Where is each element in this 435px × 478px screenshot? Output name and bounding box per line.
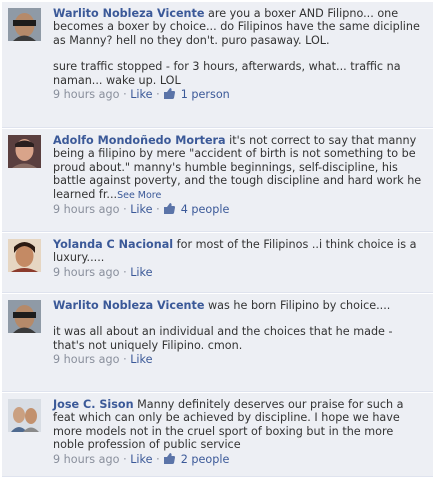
comment-time: 9 hours ago	[53, 353, 120, 367]
like-link[interactable]: Like	[130, 453, 152, 466]
meta-separator: ·	[123, 353, 127, 367]
like-link[interactable]: Like	[130, 88, 152, 101]
comment: Adolfo Mondoñedo Mortera it's not correc…	[2, 129, 433, 232]
comment-meta: 9 hours ago · Like · 4 people	[53, 203, 427, 216]
comment-meta: 9 hours ago · Like	[53, 266, 427, 279]
comment-author[interactable]: Adolfo Mondoñedo Mortera	[53, 134, 226, 147]
avatar[interactable]	[8, 300, 41, 333]
meta-separator: ·	[156, 203, 160, 217]
comment-author[interactable]: Yolanda C Nacional	[53, 238, 173, 251]
comment-meta: 9 hours ago · Like · 1 person	[53, 88, 427, 101]
meta-separator: ·	[123, 265, 127, 279]
thumbs-up-icon	[164, 203, 176, 215]
likes-count-link[interactable]: 1 person	[181, 88, 230, 101]
likes-count-link[interactable]: 4 people	[181, 203, 230, 216]
meta-separator: ·	[156, 88, 160, 102]
comment-text-continued: it was all about an individual and the c…	[53, 325, 393, 352]
thumbs-up-icon	[164, 88, 176, 100]
meta-separator: ·	[156, 452, 160, 466]
meta-separator: ·	[123, 88, 127, 102]
like-link[interactable]: Like	[130, 266, 152, 279]
comment-time: 9 hours ago	[53, 88, 120, 102]
see-more-link[interactable]: See More	[117, 190, 161, 201]
comment-text-continued: sure traffic stopped - for 3 hours, afte…	[53, 60, 401, 87]
comment: Jose C. Sison Manny definitely deserves …	[2, 393, 433, 477]
comment: Warlito Nobleza Vicente was he born Fili…	[2, 294, 433, 392]
comment-time: 9 hours ago	[53, 452, 120, 466]
like-link[interactable]: Like	[130, 353, 152, 366]
like-link[interactable]: Like	[130, 203, 152, 216]
thumbs-up-icon	[164, 452, 176, 464]
comment: Warlito Nobleza Vicente are you a boxer …	[2, 2, 433, 128]
avatar[interactable]	[8, 8, 41, 41]
comment-meta: 9 hours ago · Like	[53, 353, 427, 366]
comment: Yolanda C Nacional for most of the Filip…	[2, 233, 433, 293]
meta-separator: ·	[123, 203, 127, 217]
avatar[interactable]	[8, 399, 41, 432]
likes-count-link[interactable]: 2 people	[181, 453, 230, 466]
comment-time: 9 hours ago	[53, 265, 120, 279]
comment-author[interactable]: Warlito Nobleza Vicente	[53, 7, 204, 20]
comment-text: was he born Filipino by choice....	[208, 299, 391, 312]
avatar[interactable]	[8, 135, 41, 168]
comment-author[interactable]: Warlito Nobleza Vicente	[53, 299, 204, 312]
comment-time: 9 hours ago	[53, 203, 120, 217]
avatar[interactable]	[8, 239, 41, 272]
comment-author[interactable]: Jose C. Sison	[53, 398, 134, 411]
meta-separator: ·	[123, 452, 127, 466]
comment-meta: 9 hours ago · Like · 2 people	[53, 452, 427, 466]
